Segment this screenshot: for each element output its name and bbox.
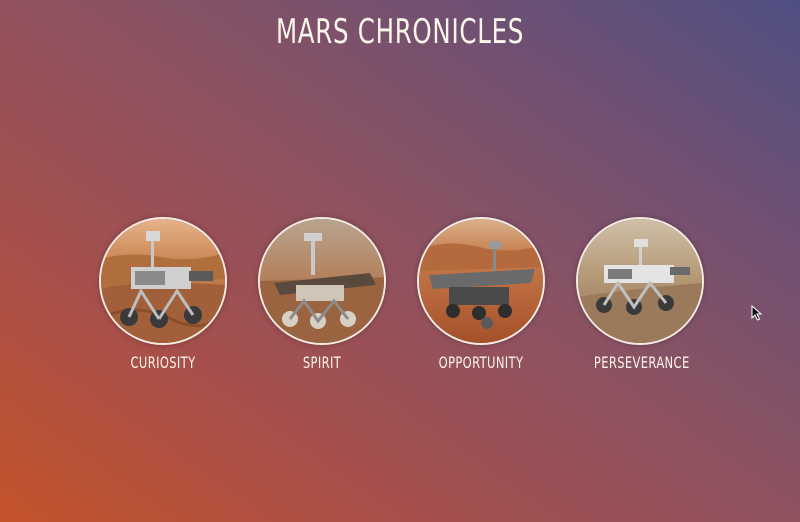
- rover-image-perseverance[interactable]: [576, 217, 704, 345]
- mouse-pointer-icon: [751, 305, 763, 321]
- rover-label-perseverance[interactable]: PERSEVERANCE: [594, 353, 689, 372]
- rover-label-spirit[interactable]: SPIRIT: [276, 353, 368, 372]
- rover-image-spirit[interactable]: [258, 217, 386, 345]
- rover-grid: CURIOSITY SPIRIT OPPORTUNITY PERSEVERANC…: [99, 217, 705, 387]
- rover-card-spirit[interactable]: SPIRIT: [258, 217, 386, 372]
- rover-label-opportunity[interactable]: OPPORTUNITY: [435, 353, 527, 372]
- rover-image-curiosity[interactable]: [99, 217, 227, 345]
- page-title: MARS CHRONICLES: [275, 12, 525, 52]
- rover-card-perseverance[interactable]: PERSEVERANCE: [576, 217, 704, 372]
- rover-label-curiosity[interactable]: CURIOSITY: [117, 353, 209, 372]
- rover-card-opportunity[interactable]: OPPORTUNITY: [417, 217, 545, 372]
- rover-image-opportunity[interactable]: [417, 217, 545, 345]
- rover-card-curiosity[interactable]: CURIOSITY: [99, 217, 227, 372]
